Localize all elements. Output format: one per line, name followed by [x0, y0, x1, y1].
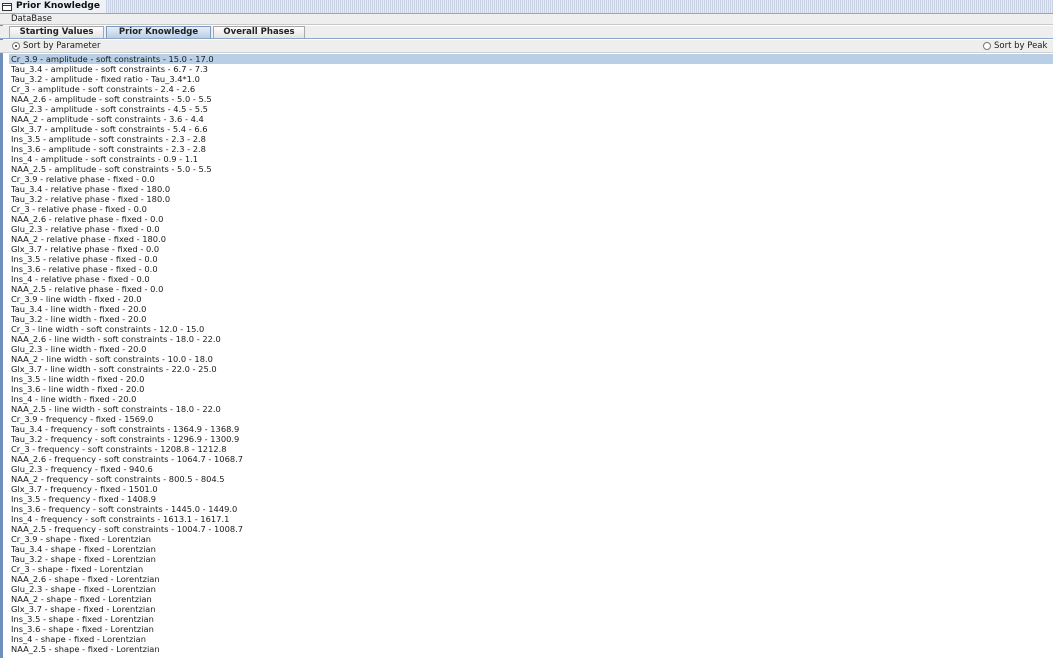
list-item[interactable]: NAA_2 - relative phase - fixed - 180.0: [9, 234, 1053, 244]
tab-overall-phases[interactable]: Overall Phases: [213, 26, 305, 38]
list-item[interactable]: Ins_3.5 - line width - fixed - 20.0: [9, 374, 1053, 384]
tab-starting-values[interactable]: Starting Values: [9, 26, 104, 38]
list-item[interactable]: Ins_4 - shape - fixed - Lorentzian: [9, 634, 1053, 644]
tab-bar: Starting Values Prior Knowledge Overall …: [0, 26, 1053, 39]
list-item[interactable]: Cr_3 - frequency - soft constraints - 12…: [9, 444, 1053, 454]
list-item[interactable]: Glx_3.7 - shape - fixed - Lorentzian: [9, 604, 1053, 614]
tab-prior-knowledge[interactable]: Prior Knowledge: [106, 26, 211, 38]
list-item[interactable]: Ins_3.5 - shape - fixed - Lorentzian: [9, 614, 1053, 624]
list-item[interactable]: Tau_3.2 - shape - fixed - Lorentzian: [9, 554, 1053, 564]
list-item[interactable]: Cr_3.9 - shape - fixed - Lorentzian: [9, 534, 1053, 544]
database-label: DataBase: [0, 14, 1053, 25]
sort-by-peak-radio[interactable]: Sort by Peak: [983, 41, 1047, 51]
list-item[interactable]: Cr_3 - line width - soft constraints - 1…: [9, 324, 1053, 334]
list-item[interactable]: Ins_3.6 - relative phase - fixed - 0.0: [9, 264, 1053, 274]
sort-by-peak-label: Sort by Peak: [994, 41, 1048, 51]
list-item[interactable]: NAA_2.5 - line width - soft constraints …: [9, 404, 1053, 414]
list-item[interactable]: Cr_3.9 - frequency - fixed - 1569.0: [9, 414, 1053, 424]
list-item[interactable]: Cr_3 - relative phase - fixed - 0.0: [9, 204, 1053, 214]
list-item[interactable]: NAA_2 - shape - fixed - Lorentzian: [9, 594, 1053, 604]
list-item[interactable]: NAA_2.5 - amplitude - soft constraints -…: [9, 164, 1053, 174]
list-item[interactable]: NAA_2.6 - amplitude - soft constraints -…: [9, 94, 1053, 104]
list-item[interactable]: NAA_2.6 - relative phase - fixed - 0.0: [9, 214, 1053, 224]
list-item[interactable]: Tau_3.2 - amplitude - fixed ratio - Tau_…: [9, 74, 1053, 84]
list-item[interactable]: Tau_3.2 - frequency - soft constraints -…: [9, 434, 1053, 444]
list-item[interactable]: Glu_2.3 - shape - fixed - Lorentzian: [9, 584, 1053, 594]
list-item[interactable]: NAA_2.5 - shape - fixed - Lorentzian: [9, 644, 1053, 654]
list-item[interactable]: NAA_2.6 - shape - fixed - Lorentzian: [9, 574, 1053, 584]
list-item[interactable]: Ins_3.6 - amplitude - soft constraints -…: [9, 144, 1053, 154]
list-item[interactable]: Glu_2.3 - amplitude - soft constraints -…: [9, 104, 1053, 114]
list-item[interactable]: Glx_3.7 - relative phase - fixed - 0.0: [9, 244, 1053, 254]
list-item[interactable]: Tau_3.4 - shape - fixed - Lorentzian: [9, 544, 1053, 554]
list-item[interactable]: Glu_2.3 - line width - fixed - 20.0: [9, 344, 1053, 354]
list-item[interactable]: NAA_2.5 - frequency - soft constraints -…: [9, 524, 1053, 534]
window-left-border: [0, 0, 3, 658]
list-item[interactable]: Glu_2.3 - frequency - fixed - 940.6: [9, 464, 1053, 474]
list-item[interactable]: Tau_3.4 - line width - fixed - 20.0: [9, 304, 1053, 314]
list-item[interactable]: Ins_3.6 - shape - fixed - Lorentzian: [9, 624, 1053, 634]
list-item[interactable]: Glu_2.3 - relative phase - fixed - 0.0: [9, 224, 1053, 234]
list-item[interactable]: NAA_2 - amplitude - soft constraints - 3…: [9, 114, 1053, 124]
list-item[interactable]: Ins_4 - relative phase - fixed - 0.0: [9, 274, 1053, 284]
list-item[interactable]: Glx_3.7 - line width - soft constraints …: [9, 364, 1053, 374]
list-item[interactable]: Glx_3.7 - amplitude - soft constraints -…: [9, 124, 1053, 134]
list-item[interactable]: NAA_2 - line width - soft constraints - …: [9, 354, 1053, 364]
list-item[interactable]: Cr_3.9 - relative phase - fixed - 0.0: [9, 174, 1053, 184]
list-item[interactable]: NAA_2.5 - relative phase - fixed - 0.0: [9, 284, 1053, 294]
list-item[interactable]: Tau_3.4 - relative phase - fixed - 180.0: [9, 184, 1053, 194]
list-item[interactable]: Cr_3.9 - amplitude - soft constraints - …: [9, 54, 1053, 64]
sort-by-parameter-label: Sort by Parameter: [23, 41, 101, 51]
list-item[interactable]: NAA_2 - frequency - soft constraints - 8…: [9, 474, 1053, 484]
list-item[interactable]: NAA_2.6 - frequency - soft constraints -…: [9, 454, 1053, 464]
list-item[interactable]: Glx_3.7 - frequency - fixed - 1501.0: [9, 484, 1053, 494]
list-item[interactable]: Tau_3.2 - relative phase - fixed - 180.0: [9, 194, 1053, 204]
list-item[interactable]: Ins_3.5 - amplitude - soft constraints -…: [9, 134, 1053, 144]
list-item[interactable]: Ins_3.5 - frequency - fixed - 1408.9: [9, 494, 1053, 504]
list-item[interactable]: Ins_4 - line width - fixed - 20.0: [9, 394, 1053, 404]
list-item[interactable]: Cr_3.9 - line width - fixed - 20.0: [9, 294, 1053, 304]
title-box: Prior Knowledge: [0, 0, 106, 13]
list-item[interactable]: Tau_3.4 - amplitude - soft constraints -…: [9, 64, 1053, 74]
radio-unselected-icon: [983, 42, 991, 50]
window-icon: [2, 2, 12, 11]
list-item[interactable]: Cr_3 - shape - fixed - Lorentzian: [9, 564, 1053, 574]
list-item[interactable]: Tau_3.2 - line width - fixed - 20.0: [9, 314, 1053, 324]
list-item[interactable]: Tau_3.4 - frequency - soft constraints -…: [9, 424, 1053, 434]
list-item[interactable]: Cr_3 - amplitude - soft constraints - 2.…: [9, 84, 1053, 94]
window-title: Prior Knowledge: [16, 1, 100, 11]
list-item[interactable]: Ins_4 - amplitude - soft constraints - 0…: [9, 154, 1053, 164]
sort-by-parameter-radio[interactable]: Sort by Parameter: [12, 41, 100, 51]
list-item[interactable]: Ins_3.6 - frequency - soft constraints -…: [9, 504, 1053, 514]
list-item[interactable]: NAA_2.6 - line width - soft constraints …: [9, 334, 1053, 344]
radio-selected-icon: [12, 42, 20, 50]
list-item[interactable]: Ins_4 - frequency - soft constraints - 1…: [9, 514, 1053, 524]
sort-options-bar: Sort by Parameter Sort by Peak: [0, 40, 1053, 53]
window-title-bar[interactable]: Prior Knowledge: [0, 0, 1053, 14]
list-item[interactable]: Ins_3.6 - line width - fixed - 20.0: [9, 384, 1053, 394]
prior-knowledge-list[interactable]: Cr_3.9 - amplitude - soft constraints - …: [9, 54, 1053, 658]
list-item[interactable]: Ins_3.5 - relative phase - fixed - 0.0: [9, 254, 1053, 264]
